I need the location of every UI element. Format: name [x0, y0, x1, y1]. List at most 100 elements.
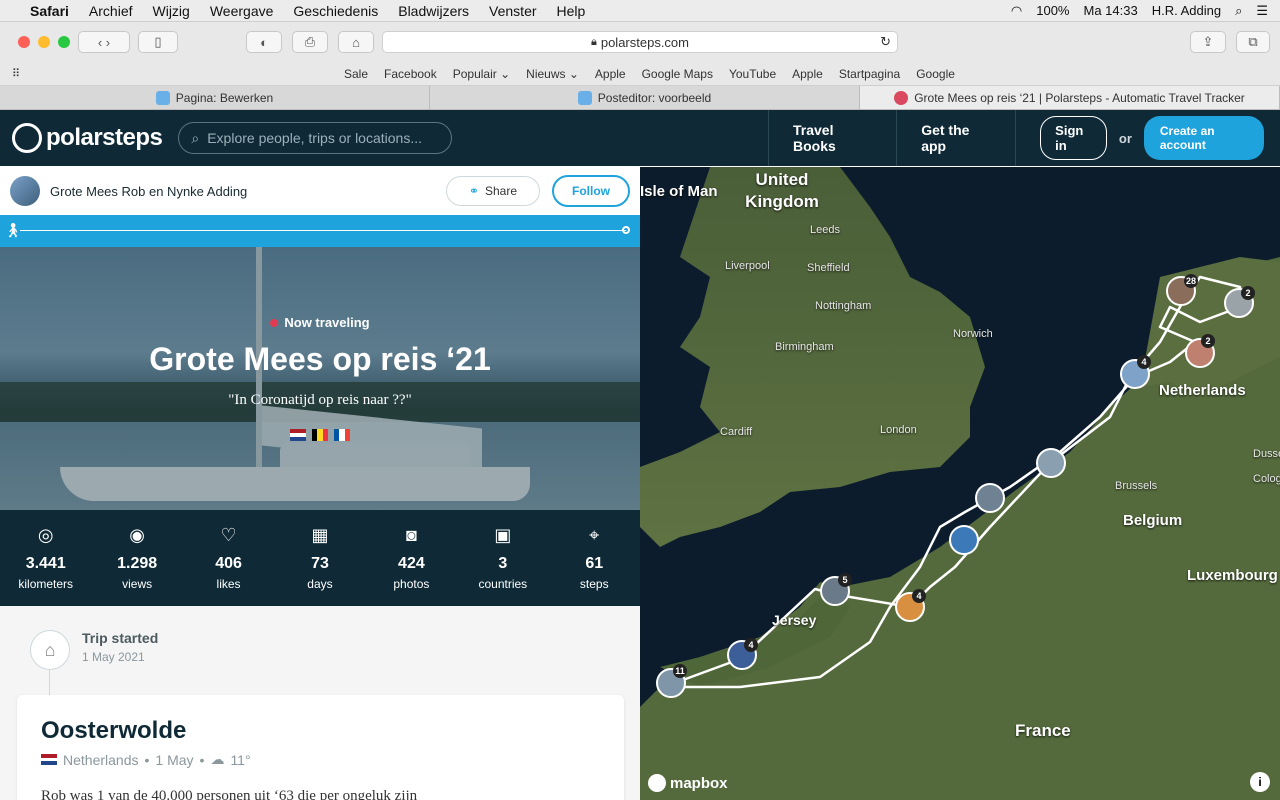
blogger-favicon-icon	[577, 90, 592, 105]
print-icon[interactable]: ⎙	[292, 31, 328, 53]
close-window-button[interactable]	[18, 36, 30, 48]
mapbox-text: mapbox	[670, 774, 728, 792]
menu-help[interactable]: Help	[557, 3, 586, 19]
privacy-shield-icon[interactable]: ◐	[246, 31, 282, 53]
fav-apple-2[interactable]: Apple	[792, 67, 823, 81]
clock[interactable]: Ma 14:33	[1083, 3, 1137, 18]
map-marker-photo	[975, 483, 1005, 513]
fav-startpagina[interactable]: Startpagina	[839, 67, 900, 81]
wifi-icon[interactable]: ◠	[1011, 3, 1022, 19]
menu-geschiedenis[interactable]: Geschiedenis	[293, 3, 378, 19]
mapbox-attribution[interactable]: mapbox	[648, 774, 728, 792]
map-info-icon[interactable]: i	[1250, 772, 1270, 792]
map-label-london: London	[880, 424, 917, 436]
tab-polarsteps[interactable]: Grote Mees op reis ‘21 | Polarsteps - Au…	[860, 86, 1280, 109]
fav-populair[interactable]: Populair ⌄	[453, 67, 510, 81]
fav-apple[interactable]: Apple	[595, 67, 626, 81]
cluster-count-label: 2	[1205, 336, 1210, 346]
menu-weergave[interactable]: Weergave	[210, 3, 274, 19]
live-dot-icon	[270, 319, 279, 327]
menu-wijzig[interactable]: Wijzig	[153, 3, 190, 19]
home-icon[interactable]: ⌂	[338, 31, 374, 53]
grid-icon[interactable]: ⠿	[12, 67, 20, 80]
avatar[interactable]	[10, 176, 40, 206]
fav-sale[interactable]: Sale	[344, 67, 368, 81]
tab-pagina-bewerken[interactable]: Pagina: Bewerken	[0, 86, 430, 109]
polarsteps-logo-icon	[12, 123, 42, 153]
map-label-nottingham: Nottingham	[815, 300, 872, 312]
stat-value: 61	[585, 555, 604, 572]
weather-cloud-icon: ☁	[210, 751, 225, 767]
fav-nieuws[interactable]: Nieuws ⌄	[526, 67, 579, 81]
cluster-count-label: 5	[842, 575, 847, 585]
map-label-dusseldorf: Dusseld	[1253, 448, 1280, 460]
search-input[interactable]: ⌕ Explore people, trips or locations...	[178, 122, 453, 154]
favorites-bar: ⠿ Sale Facebook Populair ⌄ Nieuws ⌄ Appl…	[0, 62, 1280, 86]
menu-bladwijzers[interactable]: Bladwijzers	[398, 3, 469, 19]
stat-value: 406	[215, 555, 242, 572]
fav-facebook[interactable]: Facebook	[384, 67, 437, 81]
share-button[interactable]: ⚭ Share	[445, 176, 540, 206]
polarsteps-logo[interactable]: polarsteps	[12, 123, 163, 153]
control-list-icon[interactable]: ☰	[1256, 3, 1268, 19]
stat-photos: ◙ 424 photos	[366, 510, 457, 606]
sign-in-button[interactable]: Sign in	[1040, 116, 1107, 160]
stat-kilometers: ◎ 3.441 kilometers	[0, 510, 91, 606]
location-icon: ⌖	[589, 525, 600, 545]
map-label-leeds: Leeds	[810, 224, 840, 236]
fav-youtube[interactable]: YouTube	[729, 67, 776, 81]
menu-app-name[interactable]: Safari	[30, 3, 69, 19]
trip-progress-bar[interactable]: 🚶︎	[0, 215, 640, 247]
back-forward-buttons[interactable]: ‹ ›	[78, 31, 130, 53]
reload-icon[interactable]: ↻	[880, 34, 891, 50]
separator-dot: •	[199, 751, 205, 768]
fav-google[interactable]: Google	[916, 67, 955, 81]
map-label-jersey: Jersey	[772, 612, 817, 628]
progress-line	[20, 230, 626, 231]
step-title[interactable]: Oosterwolde	[41, 717, 600, 745]
share-icon: ⚭	[468, 184, 479, 198]
get-app-link[interactable]: Get the app	[896, 110, 1015, 166]
menu-archief[interactable]: Archief	[89, 3, 133, 19]
stat-steps: ⌖ 61 steps	[549, 510, 640, 606]
step-temperature: 11°	[230, 751, 251, 768]
follow-button[interactable]: Follow	[552, 175, 630, 207]
mac-menubar: Safari Archief Wijzig Weergave Geschiede…	[0, 0, 1280, 22]
map-label-isle-of-man: Isle of Man	[640, 183, 718, 200]
address-bar[interactable]: 🔒︎ polarsteps.com ↻	[382, 31, 898, 53]
share-icon[interactable]: ⇪	[1190, 31, 1226, 53]
separator-dot: •	[144, 751, 150, 768]
status-text: Now traveling	[284, 315, 370, 330]
polarsteps-navbar: polarsteps ⌕ Explore people, trips or lo…	[0, 110, 1280, 166]
home-icon: ⌂	[30, 630, 70, 670]
tabs-overview-icon[interactable]: ⧉	[1236, 31, 1270, 53]
cluster-count-label: 2	[1245, 288, 1250, 298]
trip-map[interactable]: 28 2 2 4 5 4 4 11 Isle of Man United Kin…	[640, 167, 1280, 800]
sidebar-toggle-icon[interactable]: ▯	[138, 31, 178, 53]
step-card[interactable]: Oosterwolde Netherlands • 1 May • ☁ 11° …	[17, 695, 624, 800]
map-label-netherlands: Netherlands	[1159, 382, 1246, 399]
stat-label: days	[307, 577, 333, 591]
tab-posteditor[interactable]: Posteditor: voorbeeld	[430, 86, 860, 109]
search-placeholder: Explore people, trips or locations...	[207, 130, 422, 146]
polarsteps-favicon-icon	[894, 90, 909, 105]
fav-google-maps[interactable]: Google Maps	[642, 67, 713, 81]
belgium-flag-icon	[312, 429, 328, 441]
cluster-count-label: 28	[1186, 276, 1196, 286]
menu-venster[interactable]: Venster	[489, 3, 536, 19]
france-flag-icon	[334, 429, 350, 441]
zoom-window-button[interactable]	[58, 36, 70, 48]
map-label-france: France	[1015, 721, 1071, 740]
trip-owner-name[interactable]: Grote Mees Rob en Nynke Adding	[50, 184, 247, 199]
travel-books-link[interactable]: Travel Books	[768, 110, 896, 166]
battery-percent[interactable]: 100%	[1036, 3, 1069, 18]
trip-title: Grote Mees op reis ‘21	[149, 341, 491, 377]
trip-header: Grote Mees Rob en Nynke Adding ⚭ Share Fo…	[0, 167, 640, 215]
user-name[interactable]: H.R. Adding	[1152, 3, 1221, 18]
create-account-button[interactable]: Create an account	[1143, 116, 1264, 160]
now-traveling-status: Now traveling	[0, 315, 640, 330]
minimize-window-button[interactable]	[38, 36, 50, 48]
spotlight-search-icon[interactable]: ⌕	[1235, 3, 1242, 19]
share-label: Share	[484, 184, 517, 198]
calendar-icon: ▦	[311, 525, 329, 545]
